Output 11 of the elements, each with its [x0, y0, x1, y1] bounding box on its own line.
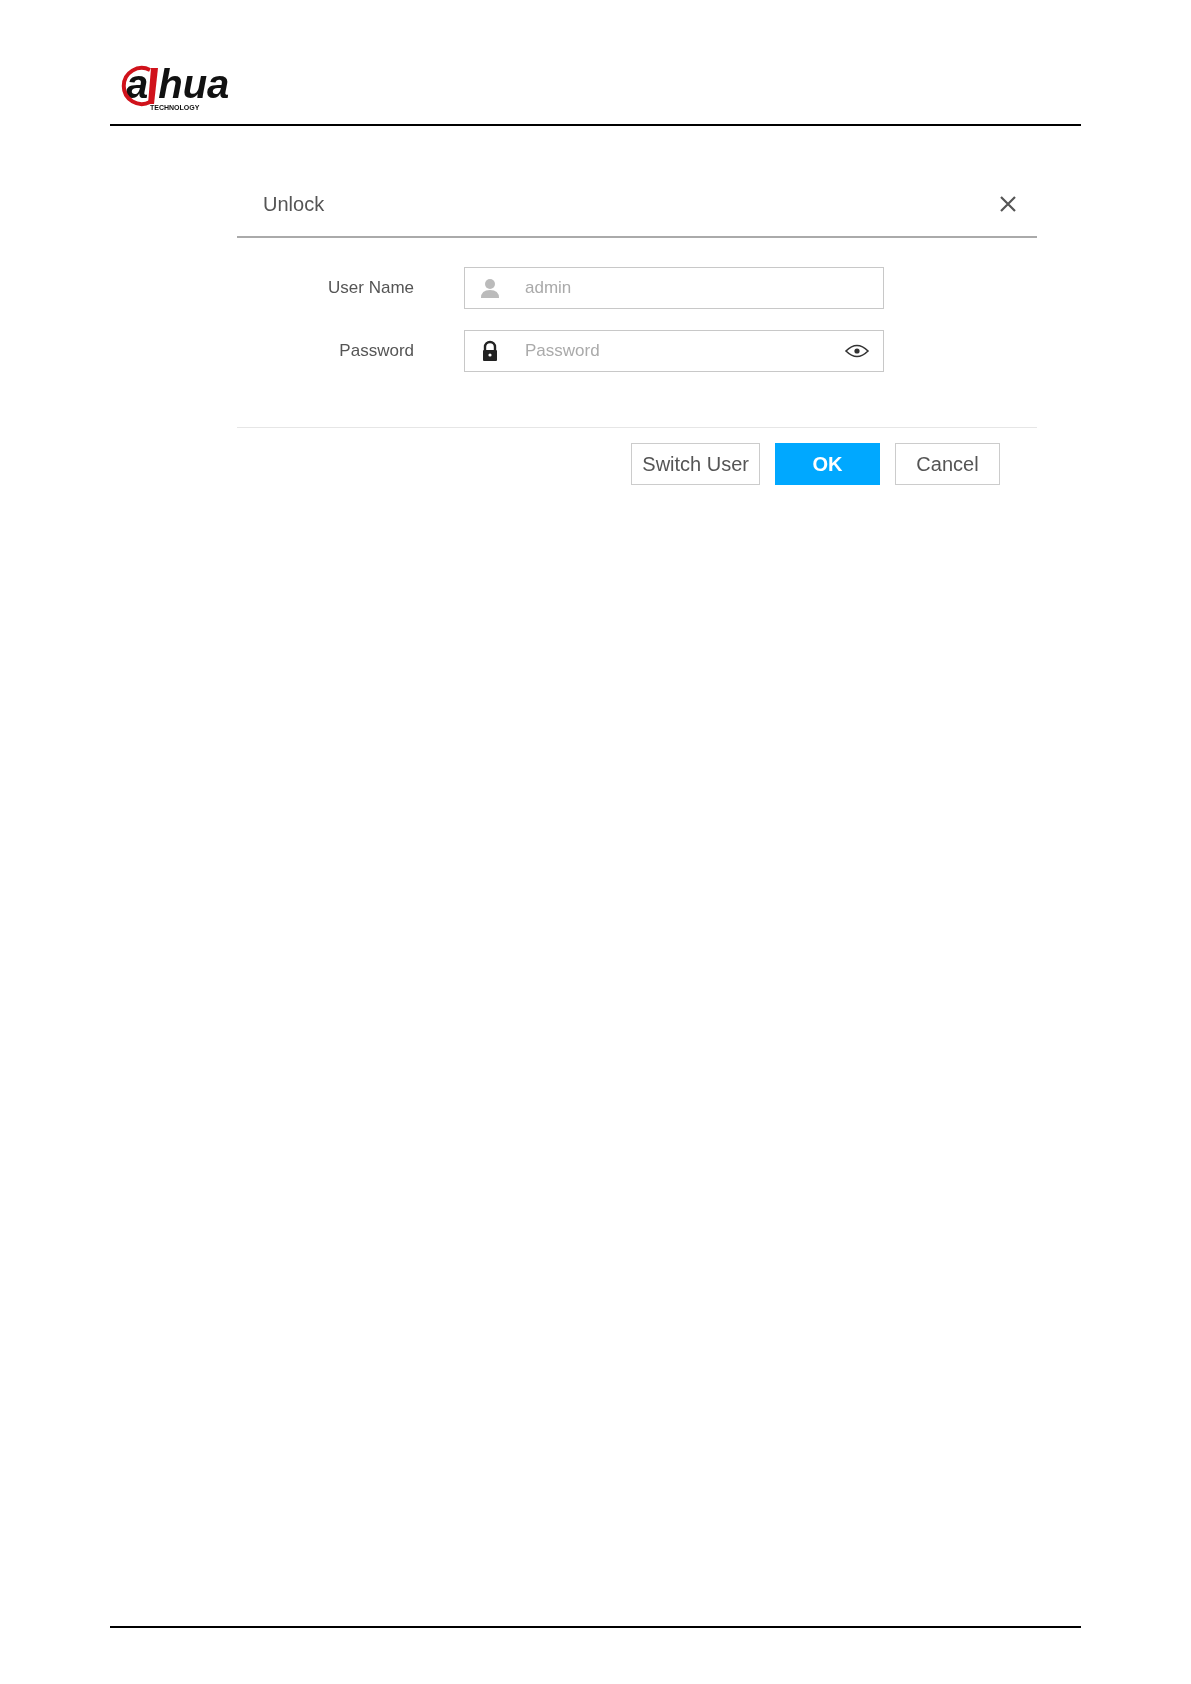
dialog-button[interactable]: Cancel [895, 443, 1000, 485]
eye-icon[interactable] [845, 343, 869, 359]
close-icon[interactable] [999, 195, 1017, 213]
password-field[interactable]: Password [464, 330, 884, 372]
field-label: Password [338, 341, 414, 361]
dialog-button[interactable]: Switch User [631, 443, 760, 485]
dialog-title: Unlock [263, 192, 325, 216]
field-label: User Name [327, 278, 414, 298]
user-icon [479, 277, 501, 299]
ok-button[interactable]: OK [775, 443, 880, 485]
input-field[interactable]: Password [523, 340, 845, 362]
